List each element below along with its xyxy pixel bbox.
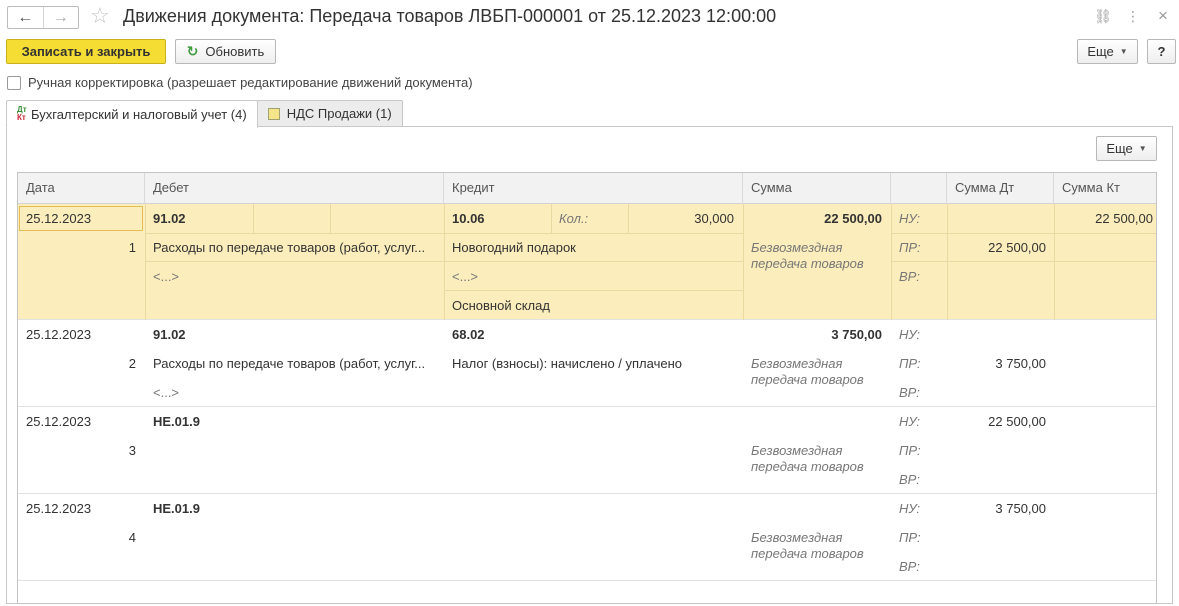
operation-content: Безвозмездная передача товаров xyxy=(751,443,864,474)
header-date[interactable]: Дата xyxy=(18,173,145,204)
debit-account: 91.02 xyxy=(153,327,186,342)
row-date: 25.12.2023 xyxy=(26,501,92,516)
table-row[interactable]: 25.12.2023 2 91.02 Расходы по передаче т… xyxy=(18,320,1156,407)
sum-value: 3 750,00 xyxy=(831,327,882,342)
table-header: Дата Дебет Кредит Сумма Сумма Дт Сумма К… xyxy=(18,173,1156,204)
operation-content: Безвозмездная передача товаров xyxy=(751,356,864,387)
header-blank[interactable] xyxy=(891,173,947,204)
header-sum-dt[interactable]: Сумма Дт xyxy=(947,173,1054,204)
debit-account: НЕ.01.9 xyxy=(153,414,200,429)
tab-accounting[interactable]: Дт Кт Бухгалтерский и налоговый учет (4) xyxy=(6,100,258,128)
row-date: 25.12.2023 xyxy=(26,414,92,429)
vr-label: ВР: xyxy=(899,385,920,400)
nu-sum-dt: 3 750,00 xyxy=(995,501,1046,516)
pr-label: ПР: xyxy=(899,240,921,255)
chevron-down-icon: ▼ xyxy=(1138,144,1147,153)
credit-subconto-1: Налог (взносы): начислено / уплачено xyxy=(452,356,682,371)
tab-vat-sales[interactable]: НДС Продажи (1) xyxy=(256,100,403,127)
nu-label: НУ: xyxy=(899,414,921,429)
row-date: 25.12.2023 xyxy=(26,211,92,226)
tab-vat-sales-label: НДС Продажи (1) xyxy=(286,106,392,121)
more-button[interactable]: Еще ▼ xyxy=(1077,39,1138,64)
pr-label: ПР: xyxy=(899,356,921,371)
refresh-button[interactable]: ↻ Обновить xyxy=(175,39,276,64)
back-arrow-icon[interactable]: ← xyxy=(8,7,43,28)
manual-correction-row: Ручная корректировка (разрешает редактир… xyxy=(7,75,473,90)
vr-label: ВР: xyxy=(899,472,920,487)
forward-arrow-icon[interactable]: → xyxy=(42,7,79,28)
more-menu-icon[interactable]: ⋮ xyxy=(1123,6,1143,26)
nu-label: НУ: xyxy=(899,327,921,342)
row-number: 2 xyxy=(128,356,136,371)
nu-label: НУ: xyxy=(899,501,921,516)
nu-sum-kt: 22 500,00 xyxy=(1095,211,1153,226)
table-row[interactable]: 25.12.2023 1 91.02 Расходы по передаче т… xyxy=(18,204,1156,320)
tab-accounting-label: Бухгалтерский и налоговый учет (4) xyxy=(31,106,247,122)
table-row[interactable]: 25.12.2023 4 НЕ.01.9 Безвозмездная перед… xyxy=(18,494,1156,581)
favorite-star-icon[interactable]: ☆ xyxy=(90,4,110,28)
quantity-label: Кол.: xyxy=(559,211,589,226)
navigation-buttons: ← → xyxy=(7,6,79,29)
link-icon[interactable]: ⛓ xyxy=(1093,6,1113,26)
header-debit[interactable]: Дебет xyxy=(145,173,444,204)
title-bar: ← → ☆ Движения документа: Передача товар… xyxy=(0,0,1179,34)
nu-sum-dt: 22 500,00 xyxy=(988,414,1046,429)
pr-label: ПР: xyxy=(899,443,921,458)
sum-value: 22 500,00 xyxy=(824,211,882,226)
pr-label: ПР: xyxy=(899,530,921,545)
credit-account: 10.06 xyxy=(452,211,485,226)
debit-subconto-1: Расходы по передаче товаров (работ, услу… xyxy=(153,240,426,255)
panel-more-button[interactable]: Еще ▼ xyxy=(1096,136,1157,161)
credit-account: 68.02 xyxy=(452,327,485,342)
debit-subconto-1: Расходы по передаче товаров (работ, услу… xyxy=(153,356,426,371)
window-controls: ⛓ ⋮ × xyxy=(1093,6,1173,26)
manual-correction-checkbox[interactable] xyxy=(7,75,21,90)
header-sum-kt[interactable]: Сумма Кт xyxy=(1054,173,1156,204)
row-number: 3 xyxy=(128,443,136,458)
help-button[interactable]: ? xyxy=(1147,39,1176,64)
credit-subconto-1: Новогодний подарок xyxy=(452,240,576,255)
table-row[interactable]: 25.12.2023 3 НЕ.01.9 Безвозмездная перед… xyxy=(18,407,1156,494)
debit-subconto-2: <...> xyxy=(153,385,180,400)
dt-kt-icon: Дт Кт xyxy=(17,105,27,122)
row-date: 25.12.2023 xyxy=(26,327,92,342)
debit-account: 91.02 xyxy=(153,211,186,226)
chevron-down-icon: ▼ xyxy=(1119,47,1128,56)
row-number: 4 xyxy=(128,530,136,545)
panel-more-label: Еще xyxy=(1106,141,1133,156)
vr-label: ВР: xyxy=(899,559,920,574)
pr-sum-dt: 22 500,00 xyxy=(988,240,1046,255)
tab-bar: Дт Кт Бухгалтерский и налоговый учет (4) … xyxy=(6,100,403,128)
more-label: Еще xyxy=(1087,44,1114,59)
nu-label: НУ: xyxy=(899,211,921,226)
quantity-value: 30,000 xyxy=(694,211,734,226)
register-icon xyxy=(267,107,280,120)
credit-subconto-2: <...> xyxy=(452,269,479,284)
operation-content: Безвозмездная передача товаров xyxy=(751,240,864,271)
pr-sum-dt: 3 750,00 xyxy=(995,356,1046,371)
refresh-label: Обновить xyxy=(205,44,265,59)
window-title: Движения документа: Передача товаров ЛВБ… xyxy=(123,6,777,26)
movements-table[interactable]: Дата Дебет Кредит Сумма Сумма Дт Сумма К… xyxy=(17,172,1157,604)
header-sum[interactable]: Сумма xyxy=(743,173,891,204)
debit-subconto-2: <...> xyxy=(153,269,180,284)
debit-account: НЕ.01.9 xyxy=(153,501,200,516)
vr-label: ВР: xyxy=(899,269,920,284)
operation-content: Безвозмездная передача товаров xyxy=(751,530,864,561)
header-credit[interactable]: Кредит xyxy=(444,173,743,204)
refresh-icon: ↻ xyxy=(186,43,199,59)
row-number: 1 xyxy=(128,240,136,255)
manual-correction-label[interactable]: Ручная корректировка (разрешает редактир… xyxy=(28,75,473,90)
save-and-close-button[interactable]: Записать и закрыть xyxy=(6,39,166,64)
credit-subconto-3: Основной склад xyxy=(452,298,550,313)
close-icon[interactable]: × xyxy=(1153,6,1173,26)
